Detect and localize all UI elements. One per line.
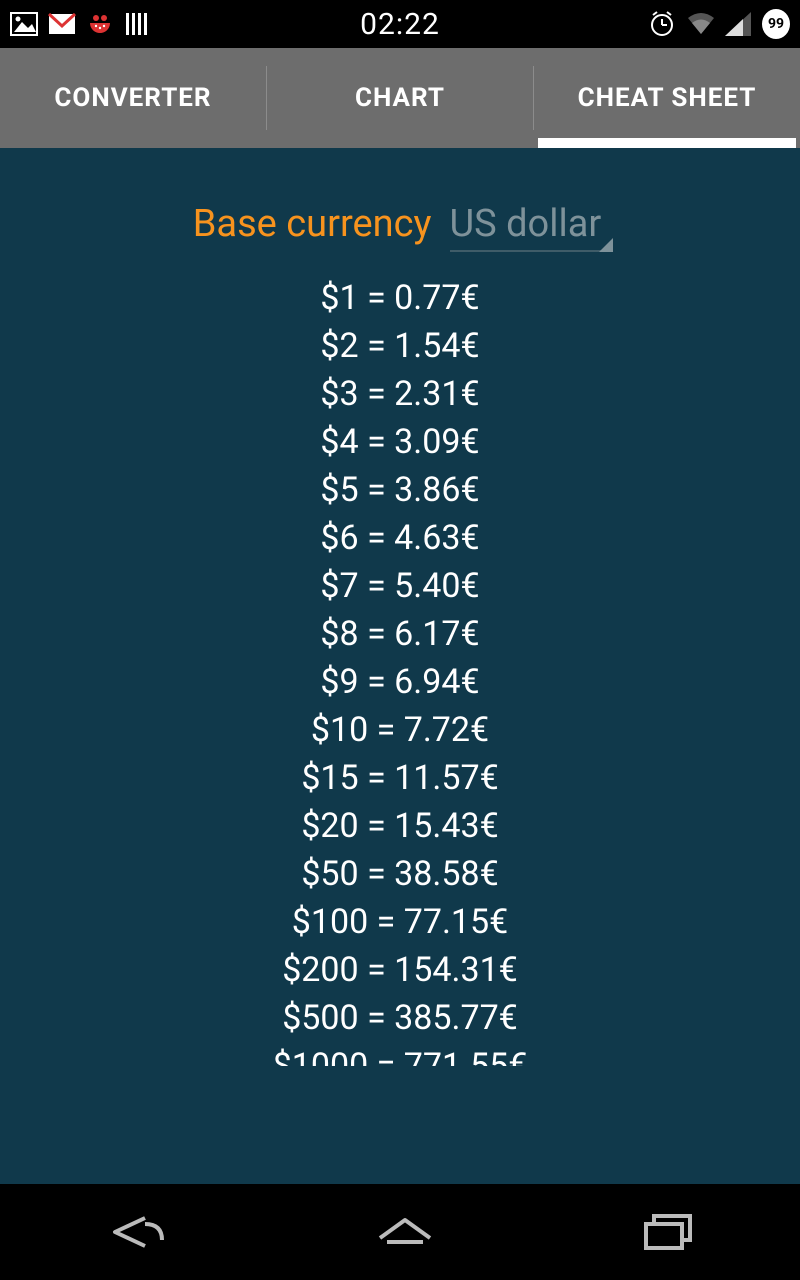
status-bar: 02:22 99 — [0, 0, 800, 48]
rate-row: $100 = 77.15€ — [292, 902, 508, 942]
home-button[interactable] — [370, 1212, 440, 1252]
rate-row: $8 = 6.17€ — [320, 614, 479, 654]
rate-row: $20 = 15.43€ — [301, 806, 498, 846]
tab-label: CONVERTER — [54, 83, 211, 113]
rate-row: $3 = 2.31€ — [320, 374, 479, 414]
recent-apps-button[interactable] — [640, 1210, 700, 1254]
rate-row: $9 = 6.94€ — [320, 662, 479, 702]
tab-label: CHART — [355, 83, 445, 113]
rate-row: $500 = 385.77€ — [282, 998, 518, 1038]
tab-converter[interactable]: CONVERTER — [0, 48, 266, 148]
barcode-icon — [124, 10, 152, 38]
tab-chart[interactable]: CHART — [267, 48, 533, 148]
gmail-icon — [48, 10, 76, 38]
rate-row: $6 = 4.63€ — [320, 518, 479, 558]
dropdown-value: US dollar — [450, 202, 602, 246]
gallery-icon — [10, 10, 38, 38]
rate-row: $200 = 154.31€ — [282, 950, 518, 990]
cheat-sheet-panel: Base currency US dollar $1 = 0.77€ $2 = … — [0, 148, 800, 1184]
food-icon — [86, 10, 114, 38]
rate-row: $10 = 7.72€ — [311, 710, 489, 750]
signal-icon — [724, 10, 752, 38]
alarm-icon — [648, 10, 676, 38]
rate-row: $7 = 5.40€ — [320, 566, 479, 606]
rate-row: $2 = 1.54€ — [320, 326, 479, 366]
base-currency-dropdown[interactable]: US dollar — [450, 202, 608, 252]
rates-list[interactable]: $1 = 0.77€ $2 = 1.54€ $3 = 2.31€ $4 = 3.… — [0, 278, 800, 1066]
base-currency-label: Base currency — [193, 202, 432, 246]
system-nav-bar — [0, 1184, 800, 1280]
tab-label: CHEAT SHEET — [578, 83, 757, 113]
notification-badge-icon: 99 — [762, 10, 790, 38]
back-button[interactable] — [100, 1212, 170, 1252]
rate-row: $1000 = 771.55€ — [273, 1046, 528, 1066]
rate-row: $15 = 11.57€ — [301, 758, 498, 798]
status-clock: 02:22 — [360, 7, 440, 42]
tab-cheat-sheet[interactable]: CHEAT SHEET — [534, 48, 800, 148]
rate-row: $1 = 0.77€ — [320, 278, 479, 318]
rate-row: $4 = 3.09€ — [320, 422, 479, 462]
wifi-icon — [686, 10, 714, 38]
rate-row: $5 = 3.86€ — [320, 470, 479, 510]
rate-row: $50 = 38.58€ — [301, 854, 498, 894]
tab-bar: CONVERTER CHART CHEAT SHEET — [0, 48, 800, 148]
